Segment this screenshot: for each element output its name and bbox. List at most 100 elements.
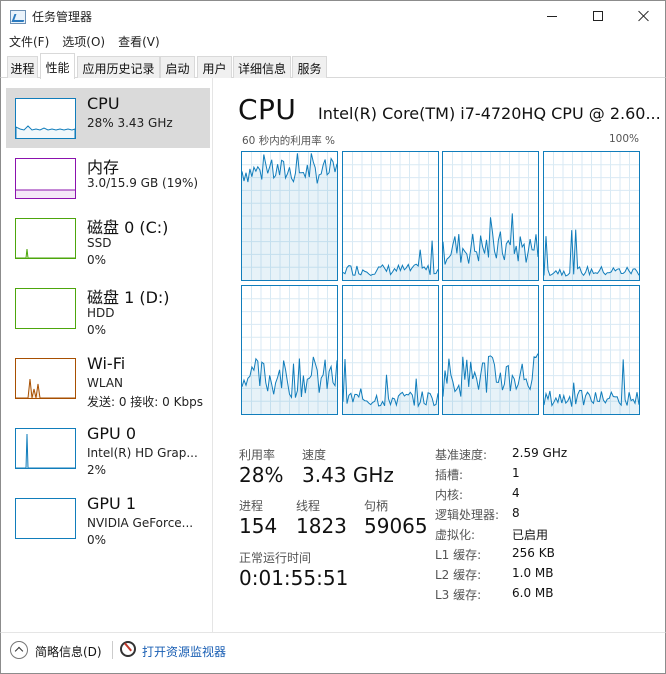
resource-sidebar: CPU 28% 3.43 GHz 内存 3.0/15.9 GB (19%) 磁盘…	[1, 78, 213, 632]
detail-value: 1	[512, 466, 520, 480]
tab-details[interactable]: 详细信息	[233, 56, 291, 78]
sidebar-title: 磁盘 0 (C:)	[87, 218, 169, 237]
utilization-value: 28%	[239, 463, 284, 487]
menu-view[interactable]: 查看(V)	[118, 31, 167, 52]
core-graph-svg	[443, 152, 538, 280]
sidebar-item-wifi[interactable]: Wi-Fi WLAN 发送: 0 接收: 0 Kbps	[6, 348, 210, 409]
wifi-thumbnail-svg	[16, 378, 75, 398]
sidebar-title: Wi-Fi	[87, 354, 126, 373]
sidebar-item-gpu1[interactable]: GPU 1 NVIDIA GeForce... 0%	[6, 488, 210, 548]
sidebar-item-cpu[interactable]: CPU 28% 3.43 GHz	[6, 88, 210, 148]
tab-processes[interactable]: 进程	[7, 56, 38, 78]
sidebar-title: CPU	[87, 94, 120, 113]
detail-value: 6.0 MB	[512, 586, 554, 600]
sidebar-item-disk0[interactable]: 磁盘 0 (C:) SSD 0%	[6, 208, 210, 268]
tab-app-history[interactable]: 应用历史记录	[77, 56, 160, 78]
core-graph-svg	[242, 152, 337, 280]
sidebar-title: 内存	[87, 158, 120, 177]
menu-file[interactable]: 文件(F)	[9, 31, 56, 52]
detail-value: 2.59 GHz	[512, 446, 568, 460]
sidebar-item-gpu0[interactable]: GPU 0 Intel(R) HD Grap... 2%	[6, 418, 210, 478]
core-graph	[241, 151, 338, 281]
sidebar-sub-1: 28% 3.43 GHz	[87, 116, 173, 130]
detail-value: 1.0 MB	[512, 566, 554, 580]
cpu-thumbnail-svg	[16, 125, 75, 138]
menu-bar: 文件(F) 选项(O) 查看(V)	[0, 31, 666, 52]
core-graph	[341, 285, 439, 415]
core-graph-svg	[543, 286, 639, 414]
cpu-model-name: Intel(R) Core(TM) i7-4720HQ CPU @ 2.60..…	[318, 104, 661, 123]
footer-divider	[112, 641, 113, 659]
gpu0-thumbnail-graph	[15, 428, 76, 469]
sidebar-title: 磁盘 1 (D:)	[87, 288, 170, 307]
gpu0-thumbnail-svg	[16, 433, 75, 468]
handles-label: 句柄	[364, 499, 389, 513]
uptime-value: 0:01:55:51	[239, 566, 349, 590]
close-button[interactable]	[621, 1, 666, 31]
detail-label: 内核:	[435, 488, 464, 502]
page-title: CPU	[238, 93, 297, 126]
detail-label: L2 缓存:	[435, 568, 482, 582]
handles-value: 59065	[364, 514, 428, 538]
detail-value: 8	[512, 506, 520, 520]
cpu-detail-pane: CPU Intel(R) Core(TM) i7-4720HQ CPU @ 2.…	[214, 78, 666, 632]
gpu1-thumbnail-graph	[15, 498, 76, 539]
processes-value: 154	[239, 514, 278, 538]
memory-thumbnail-svg	[16, 189, 75, 198]
core-graph-svg	[242, 286, 337, 414]
sidebar-item-memory[interactable]: 内存 3.0/15.9 GB (19%)	[6, 148, 210, 208]
detail-label: 基准速度:	[435, 448, 488, 462]
sidebar-title: GPU 0	[87, 424, 137, 443]
core-graph-svg	[342, 286, 438, 414]
graph-max-label: 100%	[608, 133, 639, 145]
menu-options[interactable]: 选项(O)	[62, 31, 112, 52]
fewer-details-button[interactable]: 简略信息(D)	[35, 643, 102, 660]
sidebar-title: GPU 1	[87, 494, 137, 513]
core-graph	[241, 285, 338, 415]
performance-panel: CPU 28% 3.43 GHz 内存 3.0/15.9 GB (19%) 磁盘…	[0, 78, 666, 632]
sidebar-sub-1: NVIDIA GeForce...	[87, 516, 194, 530]
sidebar-sub-2: 2%	[87, 463, 107, 477]
graph-caption: 60 秒内的利用率 %	[242, 135, 336, 147]
core-graph	[442, 285, 539, 415]
tab-performance[interactable]: 性能	[40, 53, 75, 79]
tab-startup[interactable]: 启动	[160, 56, 195, 78]
minimize-button[interactable]	[529, 1, 575, 31]
collapse-chevron-icon[interactable]	[10, 641, 28, 659]
wifi-thumbnail-graph	[15, 358, 76, 399]
core-graph	[341, 151, 439, 281]
open-resource-monitor-link[interactable]: 打开资源监视器	[142, 643, 226, 660]
sidebar-item-disk1[interactable]: 磁盘 1 (D:) HDD 0%	[6, 278, 210, 338]
sidebar-sub-1: HDD	[87, 306, 115, 320]
tab-services[interactable]: 服务	[292, 56, 327, 78]
speed-value: 3.43 GHz	[302, 463, 394, 487]
threads-label: 线程	[296, 499, 321, 513]
memory-thumbnail-graph	[15, 158, 76, 199]
task-manager-icon	[10, 10, 26, 24]
detail-label: L3 缓存:	[435, 588, 482, 602]
detail-label: 插槽:	[435, 468, 464, 482]
detail-label: 逻辑处理器:	[435, 508, 500, 522]
disk1-thumbnail-graph	[15, 288, 76, 329]
tab-users[interactable]: 用户	[197, 56, 232, 78]
detail-label: 虚拟化:	[435, 528, 476, 542]
detail-value: 已启用	[512, 528, 549, 542]
resource-monitor-icon	[120, 641, 136, 657]
sidebar-sub-2: 0%	[87, 323, 107, 337]
core-graph-svg	[543, 152, 639, 280]
disk0-thumbnail-graph	[15, 218, 76, 259]
disk0-thumbnail-svg	[16, 248, 75, 258]
sidebar-sub-1: SSD	[87, 236, 112, 250]
core-graph	[542, 151, 640, 281]
threads-value: 1823	[296, 514, 347, 538]
sidebar-sub-2: 0%	[87, 253, 107, 267]
sidebar-sub-1: 3.0/15.9 GB (19%)	[87, 176, 199, 190]
detail-value: 4	[512, 486, 520, 500]
minimize-icon	[547, 15, 557, 17]
sidebar-sub-2: 发送: 0 接收: 0 Kbps	[87, 395, 203, 409]
uptime-label: 正常运行时间	[239, 551, 312, 565]
close-icon	[638, 10, 650, 22]
speed-label: 速度	[302, 448, 327, 462]
maximize-button[interactable]	[575, 1, 621, 31]
utilization-label: 利用率	[239, 448, 276, 462]
